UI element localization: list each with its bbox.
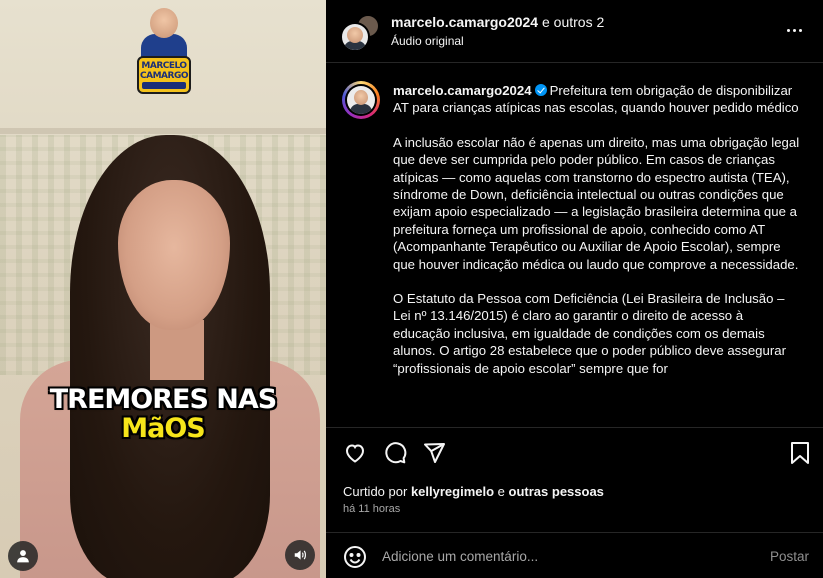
post-comment-button[interactable]: Postar [770,549,809,564]
volume-icon [294,550,306,560]
collab-avatar-1[interactable] [340,22,370,52]
avatar-face [354,90,368,105]
action-bar [326,428,823,476]
avatar-face [347,27,363,43]
ceiling-line [0,128,326,134]
post-header: marcelo.camargo2024 e outros 2 Áudio ori… [326,0,823,62]
author-avatar-ring [345,84,377,116]
share-button[interactable] [421,440,447,466]
user-icon [17,550,29,563]
emoji-button[interactable] [343,545,367,569]
bookmark-icon [791,442,809,464]
emoji-icon [344,546,366,568]
liked-by-prefix: Curtido por [343,484,408,499]
collab-avatars[interactable] [340,14,380,52]
send-icon [424,443,445,463]
video-caption: TREMORES NAS MãOS [0,384,326,444]
caption-paragraph-2: O Estatuto da Pessoa com Deficiência (Le… [393,291,786,376]
author-avatar-picture [347,86,375,114]
more-dot [793,28,796,32]
caption-username[interactable]: marcelo.camargo2024 [393,83,532,98]
post-caption: marcelo.camargo2024 Prefeitura tem obriga… [393,82,801,394]
comment-icon [385,442,407,464]
comment-bar: Postar [326,533,823,578]
caption-line2: MãOS [121,413,206,444]
verified-badge-icon [534,84,547,96]
like-button[interactable] [342,440,368,466]
channel-logo: MARCELO CAMARGO [133,8,195,94]
original-audio-link[interactable]: Áudio original [391,34,464,48]
logo-figure-head [150,8,178,38]
comment-button[interactable] [382,440,408,466]
more-dot [799,28,802,32]
header-username[interactable]: marcelo.camargo2024 [391,14,538,30]
caption-line1: TREMORES NAS [49,384,278,415]
post-panel: marcelo.camargo2024 e outros 2 Áudio ori… [326,0,823,578]
heart-icon [345,444,365,463]
avatar-suit [350,104,372,114]
audio-toggle-button[interactable] [285,540,315,570]
tagged-users-button[interactable] [8,541,38,571]
post-timestamp[interactable]: há 11 horas [343,503,400,515]
caption-paragraph-1: A inclusão escolar não é apenas um direi… [393,134,800,272]
logo-line1: MARCELO [141,61,187,71]
liked-by: Curtido por kellyregimelo e outras pesso… [343,484,604,499]
liked-by-connector: e [497,484,505,499]
more-horizontal-icon [787,28,790,32]
post-caption-area: marcelo.camargo2024 Prefeitura tem obriga… [326,63,823,427]
liked-by-user[interactable]: kellyregimelo [411,484,494,499]
comment-input[interactable] [382,545,742,567]
author-avatar[interactable] [342,81,380,119]
header-and-others[interactable]: e outros 2 [542,14,604,30]
logo-line2: CAMARGO [140,71,188,81]
liked-by-others[interactable]: outras pessoas [509,484,604,499]
more-options-button[interactable] [787,22,807,38]
logo-badge: MARCELO CAMARGO [137,56,191,94]
logo-line3 [142,82,186,89]
reel-video[interactable]: MARCELO CAMARGO TREMORES NAS MãOS [0,0,326,578]
save-button[interactable] [787,440,813,466]
header-names: marcelo.camargo2024 e outros 2 [391,14,604,30]
